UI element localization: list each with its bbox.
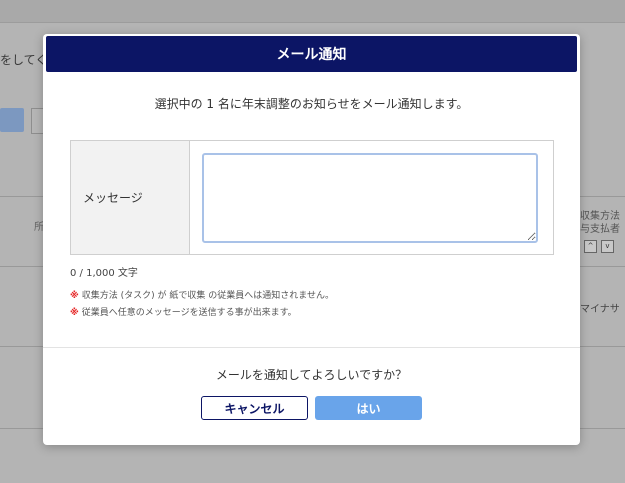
note-text: 従業員へ任意のメッセージを送信する事が出来ます。 [81,308,297,318]
note-item: ※ 収集方法 (タスク) が 紙で収集 の従業員へは通知されません。 [70,288,334,305]
modal-header: メール通知 [46,36,577,72]
background-top-band [0,0,625,23]
background-instruction-text: をしてく [0,53,48,67]
background-right-column-header: 収集方法 与支払者 [580,210,620,236]
note-mark-icon: ※ [70,308,79,318]
message-textarea[interactable] [202,153,538,243]
modal-subtitle: 選択中の 1 名に年末調整のお知らせをメール通知します。 [154,97,469,111]
sort-ascending-icon: ^ [584,240,597,253]
confirm-yes-button[interactable]: はい [315,396,422,420]
background-primary-button [0,108,24,132]
message-form-table: メッセージ [70,140,554,255]
modal-divider [43,347,580,348]
character-count: 0 / 1,000 文字 [70,268,138,279]
notes-list: ※ 収集方法 (タスク) が 紙で収集 の従業員へは通知されません。 ※ 従業員へ任… [70,288,334,322]
message-input-cell [190,141,553,254]
confirm-message: メールを通知してよろしいですか？ [215,368,408,382]
background-right-column-value: マイナサ [580,304,620,315]
mail-notification-modal: メール通知 選択中の 1 名に年末調整のお知らせをメール通知します。 メッセージ… [43,34,580,445]
note-item: ※ 従業員へ任意のメッセージを送信する事が出来ます。 [70,305,334,322]
background-right-column-header-line: 収集方法 [580,211,620,222]
sort-descending-icon: v [601,240,614,253]
modal-title: メール通知 [276,47,347,63]
note-text: 収集方法 (タスク) が 紙で収集 の従業員へは通知されません。 [81,291,334,301]
cancel-button[interactable]: キャンセル [201,396,308,420]
note-mark-icon: ※ [70,291,79,301]
message-label: メッセージ [71,141,190,254]
background-right-column-header-line: 与支払者 [580,224,620,235]
